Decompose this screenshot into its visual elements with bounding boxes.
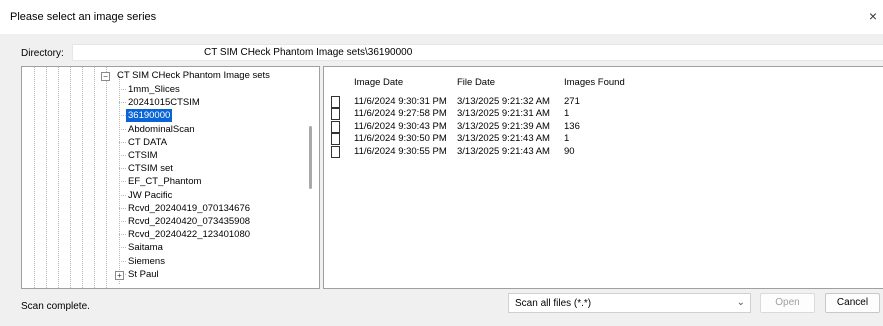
series-list[interactable]: Image Date File Date Images Found 11/6/2… bbox=[323, 66, 883, 289]
chevron-down-icon[interactable]: ⌄ bbox=[737, 297, 745, 308]
images-found-cell: 136 bbox=[564, 120, 580, 132]
series-row[interactable]: 11/6/2024 9:27:58 PM 3/13/2025 9:21:31 AM… bbox=[324, 108, 883, 121]
series-row[interactable]: 11/6/2024 9:30:43 PM 3/13/2025 9:21:39 AM… bbox=[324, 120, 883, 134]
tree-folder-item[interactable]: JW Pacific bbox=[128, 189, 172, 202]
file-filter-value: Scan all files (*.*) bbox=[515, 298, 592, 309]
tree-folder-item[interactable]: Rcvd_20240422_123401080 bbox=[128, 228, 250, 241]
tree-folder-item[interactable]: CT DATA bbox=[128, 136, 167, 149]
column-header-image-date[interactable]: Image Date bbox=[354, 77, 403, 88]
file-date-cell: 3/13/2025 9:21:32 AM bbox=[457, 96, 550, 107]
title-bar: Please select an image series × bbox=[0, 0, 883, 34]
images-found-cell: 271 bbox=[564, 96, 580, 107]
tree-folder-item[interactable]: Saitama bbox=[128, 241, 163, 254]
series-row[interactable]: 11/6/2024 9:30:55 PM 3/13/2025 9:21:43 AM… bbox=[324, 145, 883, 159]
tree-folder-item[interactable]: EF_CT_Phantom bbox=[128, 175, 201, 188]
file-date-cell: 3/13/2025 9:21:31 AM bbox=[457, 108, 550, 120]
open-button[interactable]: Open bbox=[760, 293, 815, 313]
tree-folder-item[interactable]: Rcvd_20240420_073435908 bbox=[128, 215, 250, 228]
file-date-cell: 3/13/2025 9:21:43 AM bbox=[457, 145, 550, 157]
status-text: Scan complete. bbox=[21, 301, 90, 312]
document-icon bbox=[331, 145, 340, 158]
series-row[interactable]: 11/6/2024 9:30:31 PM 3/13/2025 9:21:32 AM… bbox=[324, 96, 883, 109]
document-icon bbox=[331, 133, 340, 146]
tree-folder-item[interactable]: CTSIM set bbox=[128, 162, 173, 175]
images-found-cell: 1 bbox=[564, 133, 570, 145]
file-date-cell: 3/13/2025 9:21:43 AM bbox=[457, 133, 550, 145]
directory-field[interactable]: CT SIM CHeck Phantom Image sets\36190000 bbox=[72, 44, 883, 61]
tree-folder-item[interactable]: St Paul bbox=[128, 268, 159, 281]
file-filter-select[interactable]: Scan all files (*.*) ⌄ bbox=[508, 293, 751, 313]
images-found-cell: 90 bbox=[564, 145, 575, 157]
directory-label: Directory: bbox=[21, 48, 64, 59]
tree-folder-item[interactable]: Rcvd_20240419_070134676 bbox=[128, 202, 250, 215]
file-date-cell: 3/13/2025 9:21:39 AM bbox=[457, 120, 550, 132]
image-date-cell: 11/6/2024 9:30:50 PM bbox=[354, 133, 447, 145]
tree-folder-item[interactable]: AbdominalScan bbox=[128, 123, 195, 136]
folder-tree[interactable]: − CT SIM CHeck Phantom Image sets 1mm_Sl… bbox=[21, 66, 320, 289]
image-date-cell: 11/6/2024 9:30:55 PM bbox=[354, 145, 447, 157]
tree-scrollbar-thumb[interactable] bbox=[309, 126, 312, 189]
document-icon bbox=[331, 120, 340, 133]
tree-folder-item[interactable]: CTSIM bbox=[128, 149, 158, 162]
column-header-images-found[interactable]: Images Found bbox=[564, 77, 625, 88]
cancel-button[interactable]: Cancel bbox=[825, 293, 880, 313]
tree-folder-item[interactable]: 1mm_Slices bbox=[128, 83, 180, 96]
tree-folder-item[interactable]: 36190000 bbox=[126, 109, 173, 123]
column-header-file-date[interactable]: File Date bbox=[457, 77, 495, 88]
window-title: Please select an image series bbox=[10, 11, 157, 23]
tree-root-folder[interactable]: CT SIM CHeck Phantom Image sets bbox=[117, 69, 270, 82]
tree-folder-item[interactable]: 20241015CTSIM bbox=[128, 96, 200, 109]
series-row[interactable]: 11/6/2024 9:30:50 PM 3/13/2025 9:21:43 AM… bbox=[324, 133, 883, 146]
close-icon[interactable]: × bbox=[869, 8, 877, 24]
document-icon bbox=[331, 108, 340, 121]
image-date-cell: 11/6/2024 9:27:58 PM bbox=[354, 108, 447, 120]
expand-icon[interactable]: + bbox=[115, 270, 124, 280]
directory-path: CT SIM CHeck Phantom Image sets\36190000 bbox=[204, 47, 413, 58]
document-icon bbox=[331, 96, 340, 108]
images-found-cell: 1 bbox=[564, 108, 570, 120]
collapse-icon[interactable]: − bbox=[101, 72, 110, 81]
image-date-cell: 11/6/2024 9:30:31 PM bbox=[354, 96, 447, 107]
image-date-cell: 11/6/2024 9:30:43 PM bbox=[354, 120, 447, 132]
tree-folder-item[interactable]: Siemens bbox=[128, 255, 165, 268]
